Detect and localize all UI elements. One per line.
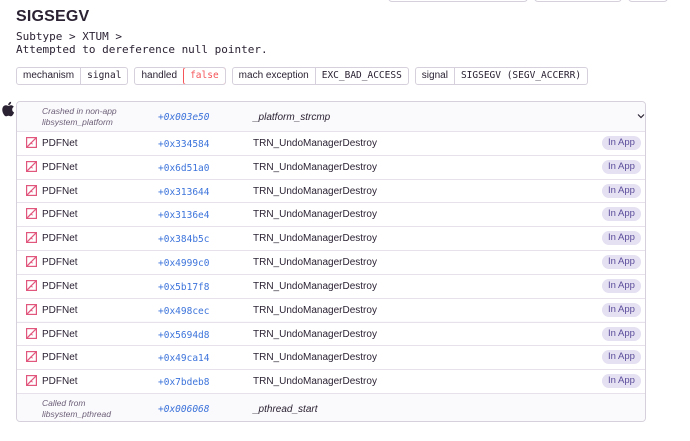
top-toolbar-partial xyxy=(388,0,668,2)
frame-row[interactable]: PDFNet +0x49ca14 TRN_UndoManagerDestroy In … xyxy=(17,345,645,370)
image-missing-icon xyxy=(26,232,37,244)
exception-message: Attempted to dereference null pointer. xyxy=(16,43,268,56)
frame-address: +0x49ca14 xyxy=(158,353,210,365)
frame-function: TRN_UndoManagerDestroy xyxy=(253,161,377,173)
frame-address: +0x006068 xyxy=(158,404,210,415)
frame-row[interactable]: PDFNet +0x7bdeb8 TRN_UndoManagerDestroy In … xyxy=(17,369,645,393)
frame-address: +0x3136e4 xyxy=(158,210,210,222)
tag-signal[interactable]: signal SIGSEGV (SEGV_ACCERR) xyxy=(414,67,589,85)
image-missing-icon xyxy=(26,256,37,268)
image-missing-icon xyxy=(26,208,37,220)
frame-package: PDFNet xyxy=(42,233,78,245)
tag-value: EXC_BAD_ACCESS xyxy=(314,68,408,84)
frame-address: +0x7bdeb8 xyxy=(158,377,210,389)
in-app-badge: In App xyxy=(602,350,641,365)
image-missing-icon xyxy=(26,184,37,196)
frame-address: +0x5b17f8 xyxy=(158,281,210,293)
frame-function: TRN_UndoManagerDestroy xyxy=(253,138,377,149)
frame-address: +0x498cec xyxy=(158,305,210,317)
exception-title: SIGSEGV xyxy=(16,8,90,25)
frame-package: PDFNet xyxy=(42,280,78,292)
toolbar-pill[interactable] xyxy=(628,0,668,2)
frame-function: _pthread_start xyxy=(253,404,318,415)
image-missing-icon xyxy=(26,279,37,291)
frame-address: +0x334584 xyxy=(158,139,210,150)
frame-row[interactable]: PDFNet +0x5b17f8 TRN_UndoManagerDestroy In … xyxy=(17,273,645,298)
frame-function: TRN_UndoManagerDestroy xyxy=(253,304,377,316)
in-app-badge: In App xyxy=(602,302,641,317)
in-app-badge: In App xyxy=(602,374,641,389)
frame-package: PDFNet xyxy=(42,209,78,221)
frame-row-crashed[interactable]: Crashed in non-app libsystem_platform +0… xyxy=(17,102,645,131)
frame-system-label: Crashed in non-app libsystem_platform xyxy=(42,106,117,127)
frame-function: TRN_UndoManagerDestroy xyxy=(253,376,377,388)
frame-function: _platform_strcmp xyxy=(253,112,331,123)
frame-function: TRN_UndoManagerDestroy xyxy=(253,257,377,269)
in-app-badge: In App xyxy=(602,136,641,150)
stacktrace-frames: Crashed in non-app libsystem_platform +0… xyxy=(16,101,646,422)
frame-address: +0x6d51a0 xyxy=(158,162,210,174)
frame-function: TRN_UndoManagerDestroy xyxy=(253,328,377,340)
frame-row[interactable]: PDFNet +0x6d51a0 TRN_UndoManagerDestroy In … xyxy=(17,154,645,179)
frame-function: TRN_UndoManagerDestroy xyxy=(253,280,377,292)
in-app-badge: In App xyxy=(602,207,641,222)
frame-row[interactable]: PDFNet +0x384b5c TRN_UndoManagerDestroy In … xyxy=(17,226,645,250)
frame-row[interactable]: PDFNet +0x5694d8 TRN_UndoManagerDestroy In … xyxy=(17,321,645,346)
frame-address: +0x003e50 xyxy=(158,112,210,123)
image-missing-icon xyxy=(26,137,37,148)
apple-logo-icon xyxy=(2,101,15,117)
frame-package: PDFNet xyxy=(42,257,78,269)
frame-system-label: Called from libsystem_pthread xyxy=(42,398,111,419)
in-app-badge: In App xyxy=(602,231,641,246)
in-app-badge: In App xyxy=(602,183,641,198)
tag-value-error: false xyxy=(183,68,225,84)
image-missing-icon xyxy=(26,303,37,315)
chevron-down-icon[interactable] xyxy=(636,111,646,121)
tag-handled[interactable]: handled false xyxy=(134,67,226,85)
frame-row[interactable]: PDFNet +0x334584 TRN_UndoManagerDestroy In … xyxy=(17,131,645,155)
tag-key: signal xyxy=(421,70,448,81)
frame-package: PDFNet xyxy=(42,376,78,388)
frame-address: +0x4999c0 xyxy=(158,258,210,270)
frame-package: PDFNet xyxy=(42,352,78,364)
frame-row[interactable]: PDFNet +0x3136e4 TRN_UndoManagerDestroy In … xyxy=(17,202,645,227)
frame-row-called-from[interactable]: Called from libsystem_pthread +0x006068 … xyxy=(17,393,645,421)
frame-package: PDFNet xyxy=(42,304,78,316)
frame-address: +0x313644 xyxy=(158,186,210,198)
frame-package: PDFNet xyxy=(42,185,78,197)
tag-mach-exception[interactable]: mach exception EXC_BAD_ACCESS xyxy=(231,67,409,85)
in-app-badge: In App xyxy=(602,326,641,341)
frame-function: TRN_UndoManagerDestroy xyxy=(253,352,377,364)
frame-function: TRN_UndoManagerDestroy xyxy=(253,209,377,221)
image-missing-icon xyxy=(26,351,37,363)
exception-tags: mechanism signal handled false mach exce… xyxy=(16,67,589,85)
tag-value: signal xyxy=(80,68,127,84)
frame-package: PDFNet xyxy=(42,138,78,149)
image-missing-icon xyxy=(26,375,37,387)
frame-package: PDFNet xyxy=(42,161,78,173)
tag-key: mechanism xyxy=(23,70,75,81)
image-missing-icon xyxy=(26,327,37,339)
frame-row[interactable]: PDFNet +0x498cec TRN_UndoManagerDestroy In … xyxy=(17,297,645,322)
in-app-badge: In App xyxy=(602,159,641,174)
in-app-badge: In App xyxy=(602,278,641,293)
frame-function: TRN_UndoManagerDestroy xyxy=(253,233,377,245)
tag-key: handled xyxy=(141,70,178,81)
tag-value: SIGSEGV (SEGV_ACCERR) xyxy=(453,68,587,84)
frame-package: PDFNet xyxy=(42,328,78,340)
frame-row[interactable]: PDFNet +0x313644 TRN_UndoManagerDestroy In … xyxy=(17,178,645,203)
frame-address: +0x5694d8 xyxy=(158,329,210,341)
frame-address: +0x384b5c xyxy=(158,234,210,246)
tag-key: mach exception xyxy=(238,70,309,81)
exception-subtype: Subtype > XTUM > xyxy=(16,30,122,43)
image-missing-icon xyxy=(26,160,37,172)
tag-mechanism[interactable]: mechanism signal xyxy=(16,67,129,85)
frame-function: TRN_UndoManagerDestroy xyxy=(253,185,377,197)
in-app-badge: In App xyxy=(602,255,641,270)
frame-row[interactable]: PDFNet +0x4999c0 TRN_UndoManagerDestroy In … xyxy=(17,250,645,274)
toolbar-pill[interactable] xyxy=(388,0,528,2)
toolbar-pill[interactable] xyxy=(534,0,622,2)
